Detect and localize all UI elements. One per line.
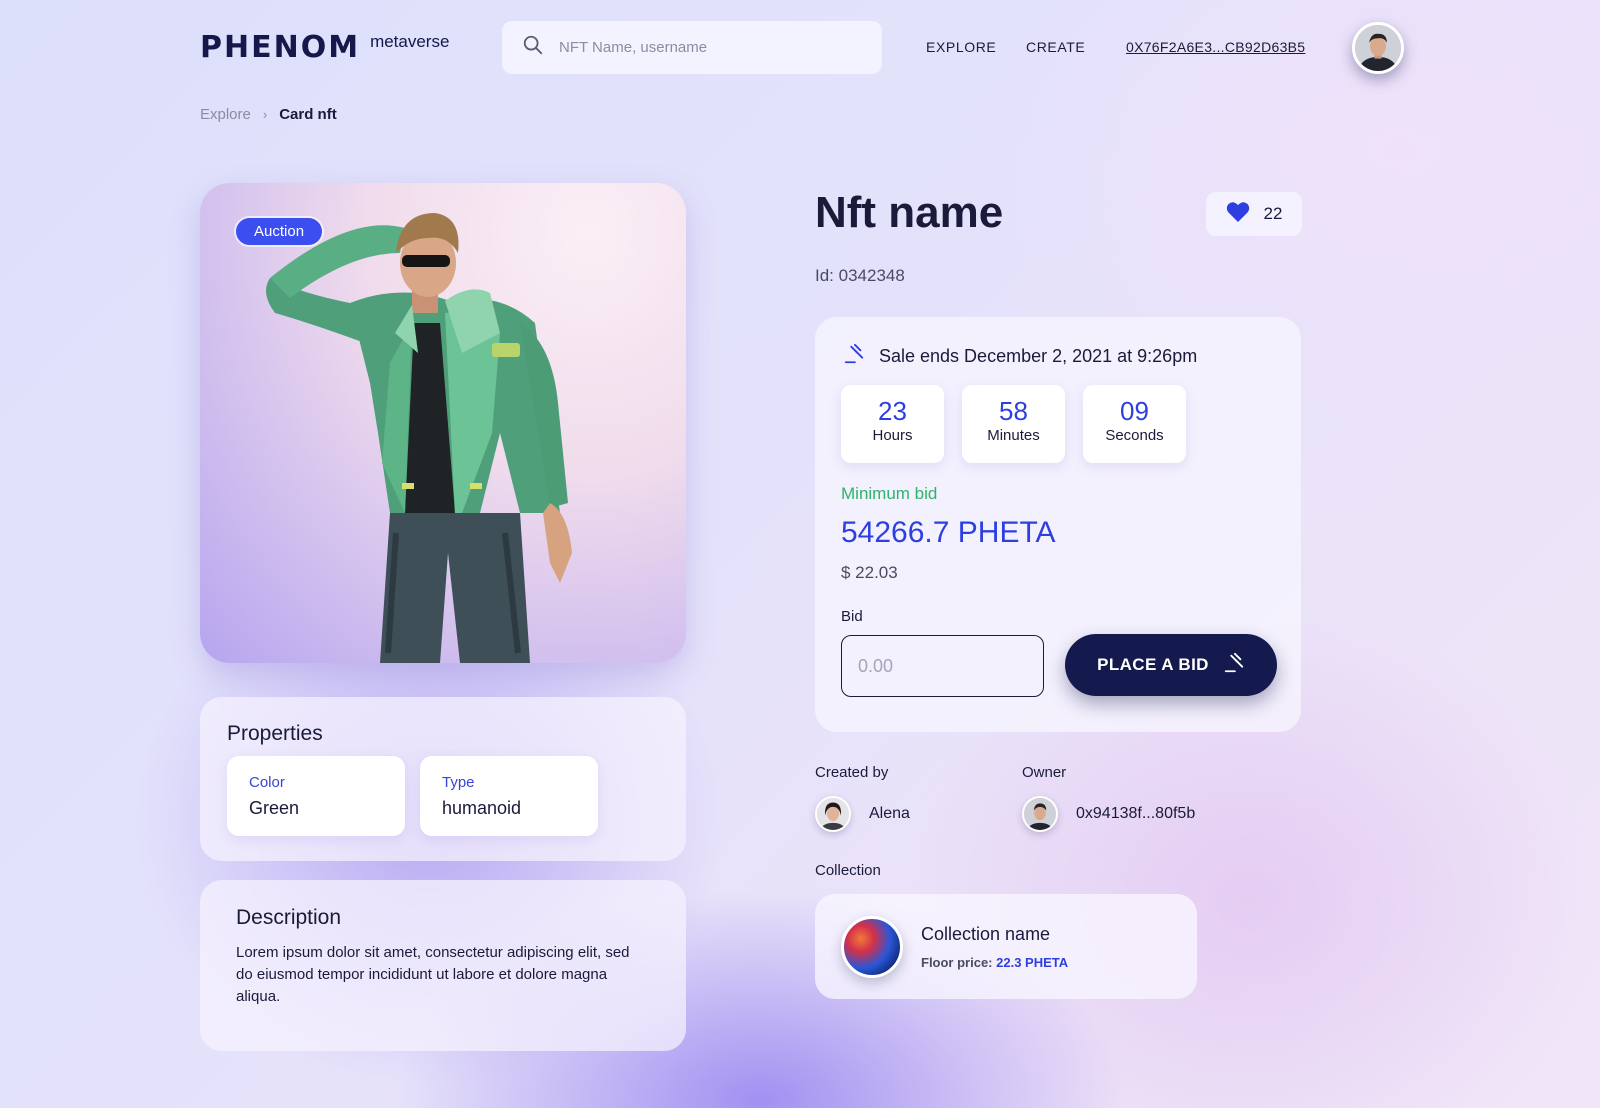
properties-title: Properties [227,722,323,745]
collection-name: Collection name [921,923,1051,944]
property-value: humanoid [442,798,522,818]
minimum-bid-label: Minimum bid [841,484,938,503]
property-label: Type [442,774,475,791]
property-color: Color Green [227,756,405,836]
search-icon [522,34,544,61]
collection-card[interactable]: Collection name Floor price: 22.3 PHETA [815,894,1197,999]
description-text: Lorem ipsum dolor sit amet, consectetur … [236,944,630,1005]
like-count: 22 [1263,204,1283,223]
logo-wordmark: PHENOM [200,30,361,65]
countdown-seconds: 09 Seconds [1083,385,1186,463]
created-by-label: Created by [815,764,889,781]
like-button[interactable]: 22 [1206,192,1302,236]
countdown-value: 09 [1120,396,1149,426]
sale-ends-text: Sale ends December 2, 2021 at 9:26pm [879,346,1198,366]
countdown-hours: 23 Hours [841,385,944,463]
nft-character-illustration [266,213,572,663]
user-avatar[interactable] [1352,22,1404,74]
property-type: Type humanoid [420,756,598,836]
nft-image-card: Auction [200,183,686,663]
gavel-icon [843,343,865,370]
property-label: Color [249,774,285,791]
usd-value: $ 22.03 [841,563,898,582]
owner-label: Owner [1022,764,1067,781]
collection-avatar [841,915,903,978]
countdown-label: Hours [872,427,913,444]
description-panel: Description Lorem ipsum dolor sit amet, … [200,880,686,1051]
search-input[interactable] [559,39,859,56]
search-bar[interactable] [502,21,882,74]
property-value: Green [249,798,300,818]
owner-address: 0x94138f...80f5b [1076,805,1196,822]
logo-subtitle: metaverse [370,32,450,51]
creator-avatar [815,796,851,832]
sale-ends: Sale ends December 2, 2021 at 9:26pm [843,343,1197,370]
countdown-value: 58 [999,396,1028,426]
creator-name: Alena [869,805,910,822]
nav-explore[interactable]: EXPLORE [926,39,996,55]
breadcrumb-current: Card nft [279,106,337,123]
nav-create[interactable]: CREATE [1026,39,1085,55]
creator[interactable]: Alena [815,796,910,832]
bid-label: Bid [841,608,863,625]
collection-label: Collection [815,862,881,879]
logo[interactable]: PHENOM metaverse [200,30,449,66]
heart-icon [1226,201,1250,228]
description-title: Description [236,906,342,929]
nft-id: Id: 0342348 [815,266,905,285]
place-bid-button[interactable]: PLACE A BID [1065,634,1277,696]
owner[interactable]: 0x94138f...80f5b [1022,796,1195,832]
chevron-right-icon: › [262,107,268,122]
bid-input[interactable] [841,635,1044,697]
floor-price-value: 22.3 PHETA [996,954,1069,970]
countdown-label: Minutes [987,427,1040,444]
countdown-value: 23 [878,396,907,426]
owner-avatar [1022,796,1058,832]
auction-badge: Auction [236,218,323,245]
countdown-label: Seconds [1105,427,1164,444]
place-bid-label: PLACE A BID [1097,655,1209,674]
breadcrumb: Explore › Card nft [200,106,337,123]
gavel-icon [1223,652,1245,679]
sale-panel: Sale ends December 2, 2021 at 9:26pm 23 … [815,317,1301,732]
wallet-address[interactable]: 0X76F2A6E3...CB92D63B5 [1126,39,1305,55]
countdown-minutes: 58 Minutes [962,385,1065,463]
floor-price-label: Floor price: [921,954,993,970]
minimum-bid-value: 54266.7 PHETA [841,516,1056,549]
breadcrumb-explore[interactable]: Explore [200,106,251,123]
properties-panel: Properties Color Green Type humanoid [200,697,686,861]
nft-title: Nft name [815,188,1004,237]
floor-price: Floor price: 22.3 PHETA [921,955,1068,970]
